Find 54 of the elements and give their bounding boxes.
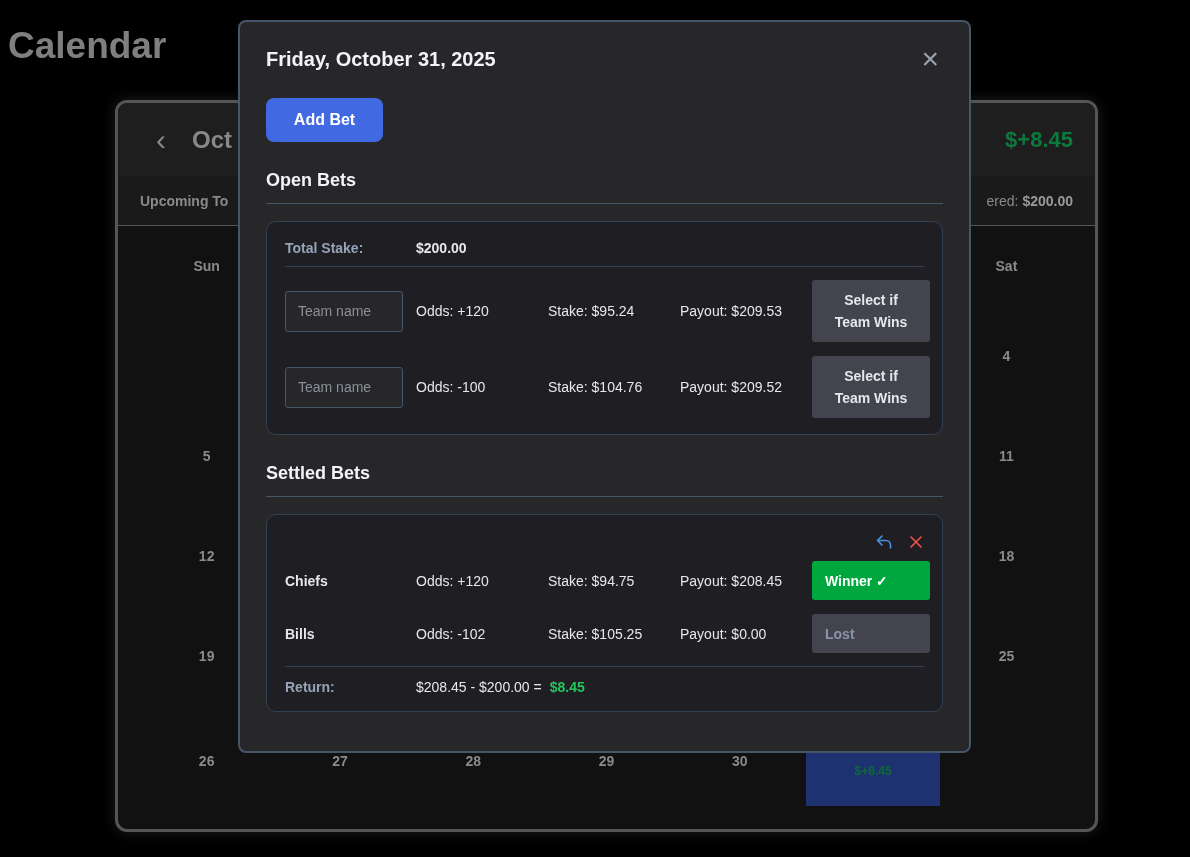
weekday-label: Sun bbox=[193, 258, 220, 274]
day-number: 5 bbox=[202, 448, 211, 464]
weekday-label: Sat bbox=[995, 258, 1018, 274]
odds-text: Odds: +120 bbox=[416, 303, 490, 319]
winner-button[interactable]: Winner ✓ bbox=[812, 561, 930, 600]
select-winner-button[interactable]: Select if Team Wins bbox=[812, 356, 930, 418]
dialog-title: Friday, October 31, 2025 bbox=[266, 47, 496, 71]
team-name: Bills bbox=[285, 625, 316, 642]
previous-month-button[interactable]: ‹ bbox=[150, 122, 172, 157]
total-stake-label: Total Stake: bbox=[285, 240, 365, 256]
payout-text: Payout: $209.52 bbox=[680, 379, 783, 395]
day-number: 11 bbox=[999, 448, 1014, 464]
section-heading: Open Bets bbox=[266, 170, 943, 204]
stake-text: Stake: $104.76 bbox=[548, 379, 644, 395]
day-number: 18 bbox=[998, 548, 1015, 564]
odds-text: Odds: -100 bbox=[416, 379, 487, 395]
payout-text: Payout: $0.00 bbox=[680, 625, 768, 642]
payout-text: Payout: $209.53 bbox=[680, 303, 783, 319]
stake-text: Stake: $94.75 bbox=[548, 572, 636, 589]
total-profit: $+8.45 bbox=[1005, 126, 1073, 153]
return-label: Return: bbox=[285, 679, 336, 695]
return-amount: $8.45 bbox=[549, 679, 585, 695]
wagered-label: ered: bbox=[986, 192, 1019, 209]
team-name-input[interactable]: Team name bbox=[285, 366, 403, 408]
day-number: 27 bbox=[332, 753, 348, 769]
day-number: 28 bbox=[465, 753, 482, 769]
month-title: Oct bbox=[192, 125, 232, 154]
upcoming-label: Upcoming To bbox=[140, 192, 229, 209]
day-number: 26 bbox=[198, 753, 215, 769]
wagered-value: $200.00 bbox=[1022, 192, 1073, 209]
delete-icon[interactable] bbox=[910, 536, 922, 548]
odds-text: Odds: -102 bbox=[416, 625, 487, 642]
stake-text: Stake: $95.24 bbox=[548, 303, 636, 319]
page-title: Calendar bbox=[7, 24, 167, 68]
undo-icon[interactable] bbox=[876, 535, 892, 549]
day-profit: $+8.45 bbox=[854, 764, 892, 778]
section-heading: Settled Bets bbox=[266, 463, 943, 497]
team-name: Chiefs bbox=[285, 572, 329, 589]
day-number: 25 bbox=[998, 648, 1015, 664]
return-equation: $208.45 - $200.00 = bbox=[416, 679, 542, 695]
day-number: 29 bbox=[598, 753, 615, 769]
payout-text: Payout: $208.45 bbox=[680, 572, 783, 589]
select-winner-button[interactable]: Select if Team Wins bbox=[812, 280, 930, 342]
day-number: 19 bbox=[198, 648, 215, 664]
close-button[interactable]: × bbox=[921, 46, 939, 72]
add-bet-button[interactable]: Add Bet bbox=[266, 98, 383, 142]
odds-text: Odds: +120 bbox=[416, 572, 490, 589]
day-number: 12 bbox=[198, 548, 215, 564]
team-name-input[interactable]: Team name bbox=[285, 290, 403, 332]
stake-text: Stake: $105.25 bbox=[548, 625, 644, 642]
total-stake-value: $200.00 bbox=[416, 240, 468, 256]
day-number: 4 bbox=[1002, 348, 1011, 364]
lost-button[interactable]: Lost bbox=[812, 614, 930, 653]
day-number: 30 bbox=[732, 753, 748, 769]
